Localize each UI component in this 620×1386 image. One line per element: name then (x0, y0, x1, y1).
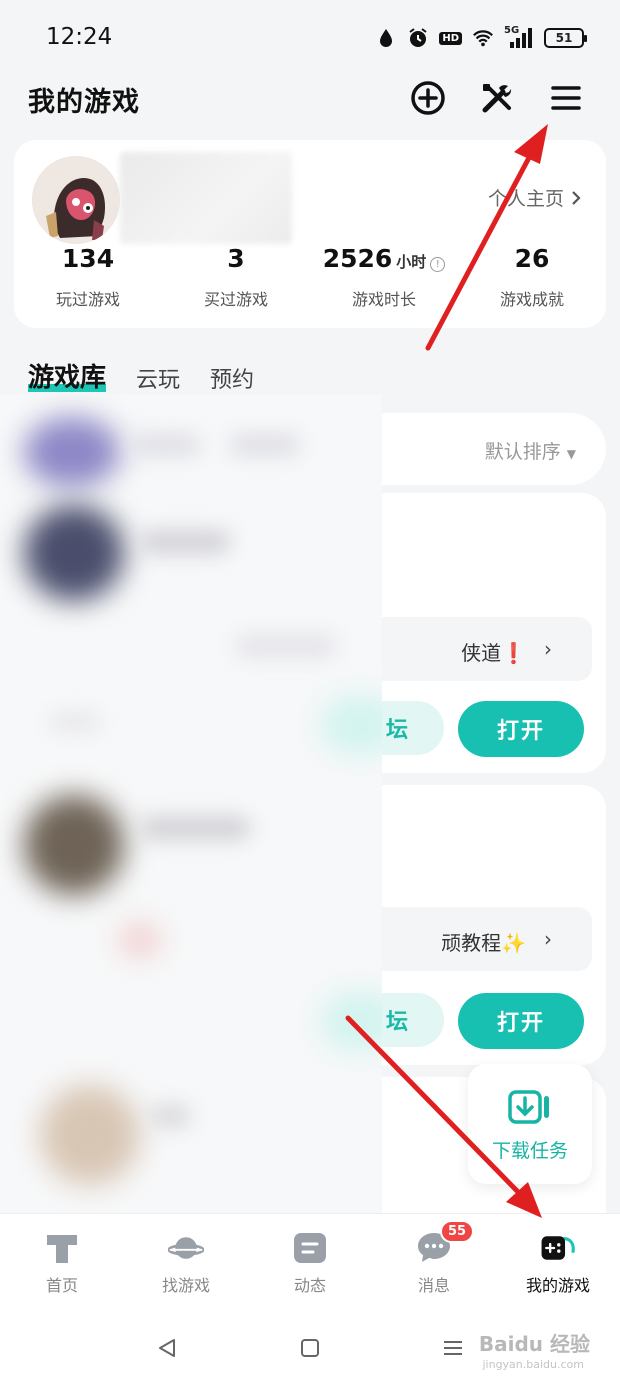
page-title: 我的游戏 (28, 87, 140, 118)
nav-my-games[interactable]: 我的游戏 (496, 1214, 620, 1309)
blurred-game-icon (24, 795, 124, 895)
blurred-text (236, 635, 336, 657)
add-button[interactable] (408, 78, 448, 118)
open-game-button[interactable]: 打开 (458, 993, 584, 1049)
stat-label: 买过游戏 (203, 290, 268, 309)
bottom-nav: 首页 找游戏 动态 55 消息 我的游戏 (0, 1213, 620, 1309)
download-icon (508, 1089, 549, 1124)
status-bar: 12:24 HD 5G 51 (0, 0, 620, 70)
wifi-icon (472, 27, 494, 49)
blurred-text (230, 435, 300, 455)
stat-played[interactable]: 134 玩过游戏 (14, 244, 162, 310)
stat-value: 3 (227, 244, 245, 273)
blurred-text (50, 713, 100, 731)
stat-label: 游戏时长 (351, 290, 416, 309)
tab-library[interactable]: 游戏库 (28, 357, 107, 394)
blurred-game-icon (24, 505, 124, 601)
add-icon (411, 81, 445, 115)
hd-icon: HD (439, 31, 462, 45)
tip-label: 顽教程 (441, 931, 502, 955)
chevron-right-icon: › (544, 637, 552, 661)
watermark-sub: jingyan.baidu.com (482, 1358, 584, 1371)
blurred-game-icon (40, 1085, 140, 1185)
water-drop-icon (375, 27, 397, 49)
status-time: 12:24 (46, 24, 113, 50)
tab-reservations[interactable]: 预约 (210, 362, 254, 394)
status-icons: HD 5G 51 (375, 24, 587, 52)
info-icon[interactable]: ! (430, 257, 446, 272)
nav-home[interactable]: 首页 (0, 1214, 124, 1309)
stat-unit: 小时 (396, 253, 427, 271)
nav-messages[interactable]: 55 消息 (372, 1214, 496, 1309)
tab-cloud-play[interactable]: 云玩 (136, 362, 180, 394)
watermark: Baidu 经验 (478, 1332, 590, 1356)
back-triangle-icon (159, 1338, 176, 1357)
tip-emoji: ✨ (501, 931, 526, 955)
alarm-icon (407, 27, 429, 49)
username-blurred (120, 152, 292, 244)
signal-icon: 5G (504, 25, 534, 49)
blurred-emoji (120, 925, 160, 955)
stat-achievements[interactable]: 26 游戏成就 (458, 244, 606, 310)
homepage-link-label: 个人主页 (487, 188, 564, 210)
nav-find-games[interactable]: 找游戏 (124, 1214, 248, 1309)
blurred-text (140, 817, 250, 839)
planet-icon (168, 1230, 204, 1266)
caret-down-icon: ▼ (566, 447, 576, 461)
library-tabs: 游戏库 云玩 预约 (28, 350, 254, 394)
stat-value: 26 (514, 244, 550, 273)
stat-value: 134 (61, 244, 115, 273)
unread-badge: 55 (440, 1220, 475, 1243)
stat-label: 游戏成就 (499, 290, 564, 309)
open-game-button[interactable]: 打开 (458, 701, 584, 757)
redacted-region (0, 395, 382, 1215)
nav-feed[interactable]: 动态 (248, 1214, 372, 1309)
tip-text: 顽教程✨ (441, 927, 526, 956)
nav-label: 消息 (417, 1276, 450, 1295)
nav-label: 首页 (45, 1276, 78, 1295)
menu-icon (551, 86, 581, 110)
network-label: 5G (504, 25, 520, 36)
blurred-button (320, 695, 382, 755)
stat-label: 玩过游戏 (55, 290, 120, 309)
system-back-button[interactable] (152, 1333, 182, 1363)
stat-playtime[interactable]: 2526 小时 ! 游戏时长 (310, 244, 458, 310)
download-tasks-button[interactable]: 下载任务 (468, 1064, 592, 1184)
profile-stats: 134 玩过游戏 3 买过游戏 2526 小时 ! 游戏时长 26 游戏成就 (14, 244, 606, 310)
home-square-icon (300, 1338, 319, 1357)
nav-label: 动态 (293, 1276, 326, 1295)
nav-label: 找游戏 (161, 1276, 210, 1295)
tip-text: 侠道❗ (461, 637, 526, 666)
blurred-avatar (24, 417, 120, 487)
header: 我的游戏 (0, 70, 620, 130)
battery-icon: 51 (544, 28, 587, 48)
recents-lines-icon (443, 1340, 462, 1355)
system-recents-button[interactable] (438, 1333, 468, 1363)
blurred-text (150, 1105, 190, 1127)
homepage-link[interactable]: 个人主页 (488, 184, 582, 211)
system-home-button[interactable] (295, 1333, 325, 1363)
stat-bought[interactable]: 3 买过游戏 (162, 244, 310, 310)
gamepad-icon (540, 1230, 576, 1266)
tip-emoji: ❗ (501, 641, 526, 665)
home-icon (44, 1230, 80, 1266)
nav-label: 我的游戏 (525, 1276, 590, 1295)
profile-card: 个人主页 134 玩过游戏 3 买过游戏 2526 小时 ! 游戏时长 26 游… (14, 140, 606, 328)
sort-dropdown[interactable]: 默认排序 ▼ (485, 437, 576, 464)
chevron-right-icon: › (544, 927, 552, 951)
tools-button[interactable] (477, 78, 517, 118)
stat-value: 2526 (322, 244, 393, 273)
menu-button[interactable] (546, 78, 586, 118)
blurred-button (320, 991, 382, 1051)
chevron-right-icon (572, 190, 581, 205)
tools-icon (482, 84, 512, 113)
feed-icon (292, 1230, 328, 1266)
download-tasks-label: 下载任务 (491, 1139, 568, 1162)
tip-label: 侠道 (461, 641, 502, 665)
sort-label: 默认排序 (484, 441, 561, 463)
avatar[interactable] (32, 156, 120, 244)
blurred-text (130, 435, 200, 455)
blurred-text (140, 531, 230, 553)
